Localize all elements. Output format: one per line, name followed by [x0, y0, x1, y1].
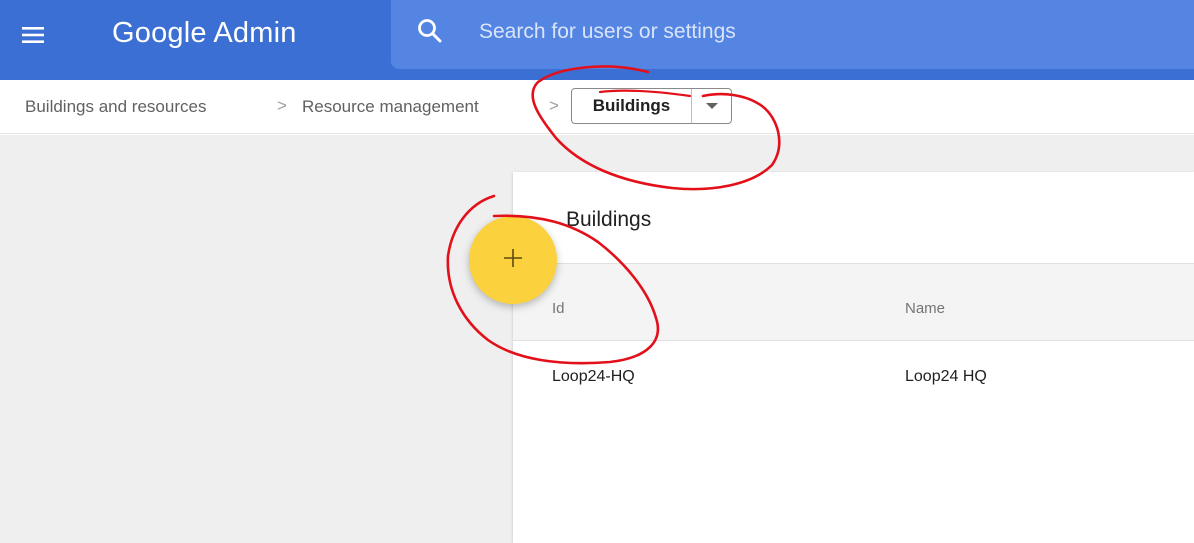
cell-id: Loop24-HQ	[552, 368, 635, 385]
search-bar[interactable]	[391, 0, 1194, 69]
cell-name: Loop24 HQ	[905, 368, 987, 385]
top-app-bar: Google Admin	[0, 0, 1194, 80]
breadcrumb: Buildings and resources > Resource manag…	[0, 80, 1194, 134]
table-header: Id Name	[513, 263, 1194, 341]
breadcrumb-separator: >	[277, 96, 287, 115]
caret-down-icon[interactable]	[692, 89, 731, 123]
buildings-dropdown-label: Buildings	[572, 89, 692, 123]
card-title: Buildings	[566, 208, 652, 231]
buildings-dropdown[interactable]: Buildings	[571, 88, 732, 124]
app-title[interactable]: Google Admin	[112, 10, 297, 56]
column-header-id[interactable]: Id	[552, 300, 565, 317]
breadcrumb-buildings-and-resources[interactable]: Buildings and resources	[25, 97, 206, 117]
breadcrumb-separator: >	[549, 96, 559, 115]
hamburger-menu-icon[interactable]	[18, 20, 48, 50]
add-building-button[interactable]	[469, 216, 557, 304]
search-input[interactable]	[479, 14, 1159, 50]
plus-icon	[503, 248, 523, 273]
buildings-card: Buildings Id Name Loop24-HQ Loop24 HQ	[513, 172, 1194, 543]
left-panel	[0, 135, 513, 543]
column-header-name[interactable]: Name	[905, 300, 945, 317]
search-icon[interactable]	[416, 17, 444, 45]
breadcrumb-resource-management[interactable]: Resource management	[302, 97, 479, 117]
table-row[interactable]: Loop24-HQ Loop24 HQ	[513, 341, 1194, 419]
